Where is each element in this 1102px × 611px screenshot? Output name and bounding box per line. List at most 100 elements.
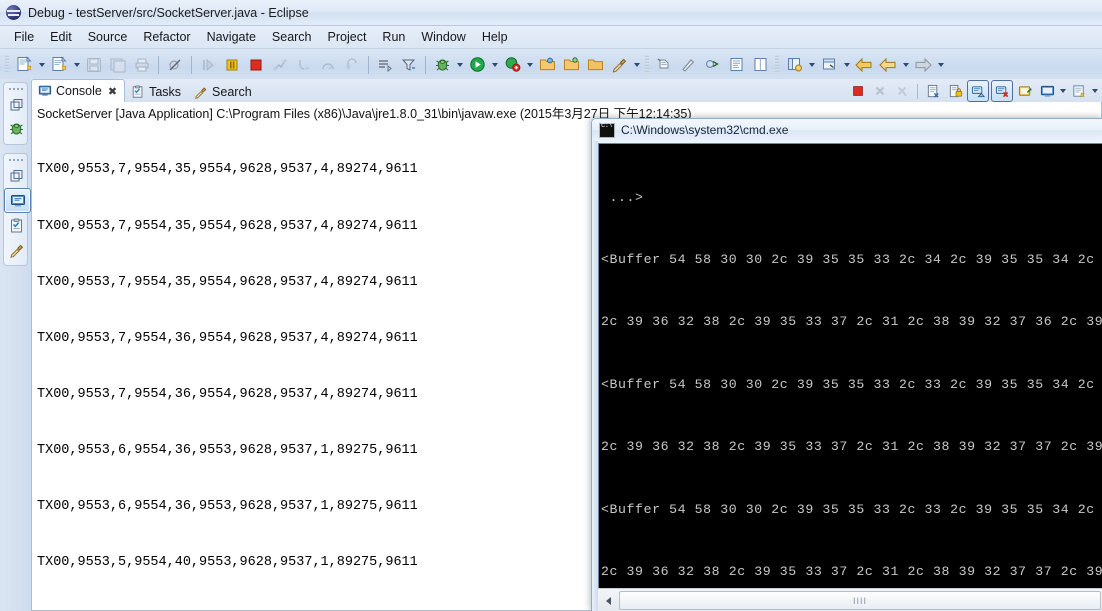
search-view-icon[interactable] [4,238,29,261]
new-wizard-icon[interactable] [13,54,35,76]
suspend-icon[interactable] [221,54,243,76]
restore-icon[interactable] [4,164,29,187]
open-type-icon[interactable] [536,54,558,76]
step-into-icon [293,54,315,76]
toolbar-separator [158,55,159,74]
open-task-icon[interactable] [560,54,582,76]
menu-edit[interactable]: Edit [42,28,80,46]
menu-run[interactable]: Run [374,28,413,46]
toolbar-grip-2[interactable] [645,55,649,74]
remove-launch-button [870,81,890,101]
menu-refactor[interactable]: Refactor [135,28,198,46]
use-step-filters-icon[interactable] [398,54,420,76]
toolbar-grip[interactable] [5,55,9,74]
save-icon [83,54,105,76]
menu-navigate[interactable]: Navigate [199,28,264,46]
tab-search[interactable]: Search [188,81,259,102]
scroll-lock-button[interactable] [945,81,965,101]
debug-dropdown-icon[interactable] [454,54,465,76]
tasks-view-icon[interactable] [4,214,29,237]
run-dropdown-icon[interactable] [489,54,500,76]
show-view-icon[interactable] [818,54,840,76]
skip-all-breakpoints-icon[interactable] [164,54,186,76]
fast-view-handle-2[interactable] [4,156,27,163]
toolbar-separator-4 [425,55,426,74]
display-selected-console-dropdown-icon[interactable] [1058,81,1068,101]
cmd-window[interactable]: C:\Windows\system32\cmd.exe ...> <Buffer… [591,118,1102,611]
menu-window[interactable]: Window [413,28,473,46]
resume-icon [197,54,219,76]
run-icon[interactable] [466,54,488,76]
tab-tasks-label: Tasks [149,84,182,99]
remove-all-terminated-button [892,81,912,101]
back-icon[interactable] [877,54,899,76]
tab-console[interactable]: Console ✖ [31,79,126,102]
save-all-icon [107,54,129,76]
scroll-left-icon[interactable] [600,592,617,609]
cmd-title: C:\Windows\system32\cmd.exe [621,123,789,137]
show-console-on-output-button[interactable] [967,80,989,102]
restore-icon[interactable] [4,93,29,116]
fast-view-handle[interactable] [4,85,27,92]
display-selected-console-button[interactable] [1037,81,1057,101]
tab-console-label: Console [56,84,102,98]
cmd-horizontal-scrollbar[interactable]: IIII [598,588,1102,611]
cmd-console-area[interactable]: ...> <Buffer 54 58 30 30 2c 39 35 35 33 … [598,143,1102,588]
menu-help[interactable]: Help [474,28,516,46]
debug-icon[interactable] [431,54,453,76]
open-perspective-dropdown-icon[interactable] [806,54,817,76]
forward-icon[interactable] [912,54,934,76]
open-console-dropdown-icon[interactable] [1090,81,1100,101]
menu-search[interactable]: Search [264,28,320,46]
view-tab-row: Console ✖ Tasks Search [31,79,1102,102]
drop-to-frame-icon[interactable] [374,54,396,76]
tab-tasks[interactable]: Tasks [125,81,188,102]
pin-console-button[interactable] [1015,81,1035,101]
toolbar-grip-3[interactable] [775,55,779,74]
search-icon[interactable] [608,54,630,76]
search-icon [195,86,207,99]
eclipse-logo-icon [6,5,21,20]
open-perspective-icon[interactable] [783,54,805,76]
toggle-mark-occurrences-icon[interactable] [653,54,675,76]
scroll-thumb-grip: IIII [852,595,867,606]
close-icon[interactable]: ✖ [108,85,117,98]
show-console-on-error-button[interactable] [991,80,1013,102]
console-view-icon[interactable] [4,188,31,213]
debug-perspective-icon[interactable] [4,117,29,140]
step-return-icon [341,54,363,76]
print-icon [131,54,153,76]
new-java-class-icon[interactable] [48,54,70,76]
show-whitespace-icon[interactable] [725,54,747,76]
scroll-thumb[interactable]: IIII [619,591,1101,610]
forward-dropdown-icon[interactable] [935,54,946,76]
disconnect-icon [269,54,291,76]
terminate-button[interactable] [848,81,868,101]
cmd-line: 2c 39 36 32 38 2c 39 35 33 37 2c 31 2c 3… [601,563,1102,579]
pencil-icon[interactable] [677,54,699,76]
menu-source[interactable]: Source [80,28,136,46]
cmd-line: <Buffer 54 58 30 30 2c 39 35 35 33 2c 34… [601,251,1102,267]
clear-console-button[interactable] [923,81,943,101]
toggle-block-selection-icon[interactable] [749,54,771,76]
external-tools-dropdown-icon[interactable] [524,54,535,76]
new-wizard-dropdown-icon[interactable] [36,54,47,76]
terminate-icon[interactable] [245,54,267,76]
menu-file[interactable]: File [6,28,42,46]
cmd-line: <Buffer 54 58 30 30 2c 39 35 35 33 2c 33… [601,376,1102,392]
previous-annotation-icon[interactable] [853,54,875,76]
quick-fix-icon[interactable] [701,54,723,76]
new-java-project-icon[interactable] [584,54,606,76]
show-view-dropdown-icon[interactable] [841,54,852,76]
menu-project[interactable]: Project [320,28,375,46]
eclipse-window: Debug - testServer/src/SocketServer.java… [0,0,1102,611]
cmd-title-bar[interactable]: C:\Windows\system32\cmd.exe [592,119,1102,141]
open-console-button[interactable] [1069,81,1089,101]
tasks-icon [132,84,143,98]
external-tools-icon[interactable] [501,54,523,76]
cmd-line: 2c 39 36 32 38 2c 39 35 33 37 2c 31 2c 3… [601,439,1102,455]
search-dropdown-icon[interactable] [631,54,642,76]
back-dropdown-icon[interactable] [900,54,911,76]
toolbar-separator-2 [191,55,192,74]
new-java-class-dropdown-icon[interactable] [71,54,82,76]
